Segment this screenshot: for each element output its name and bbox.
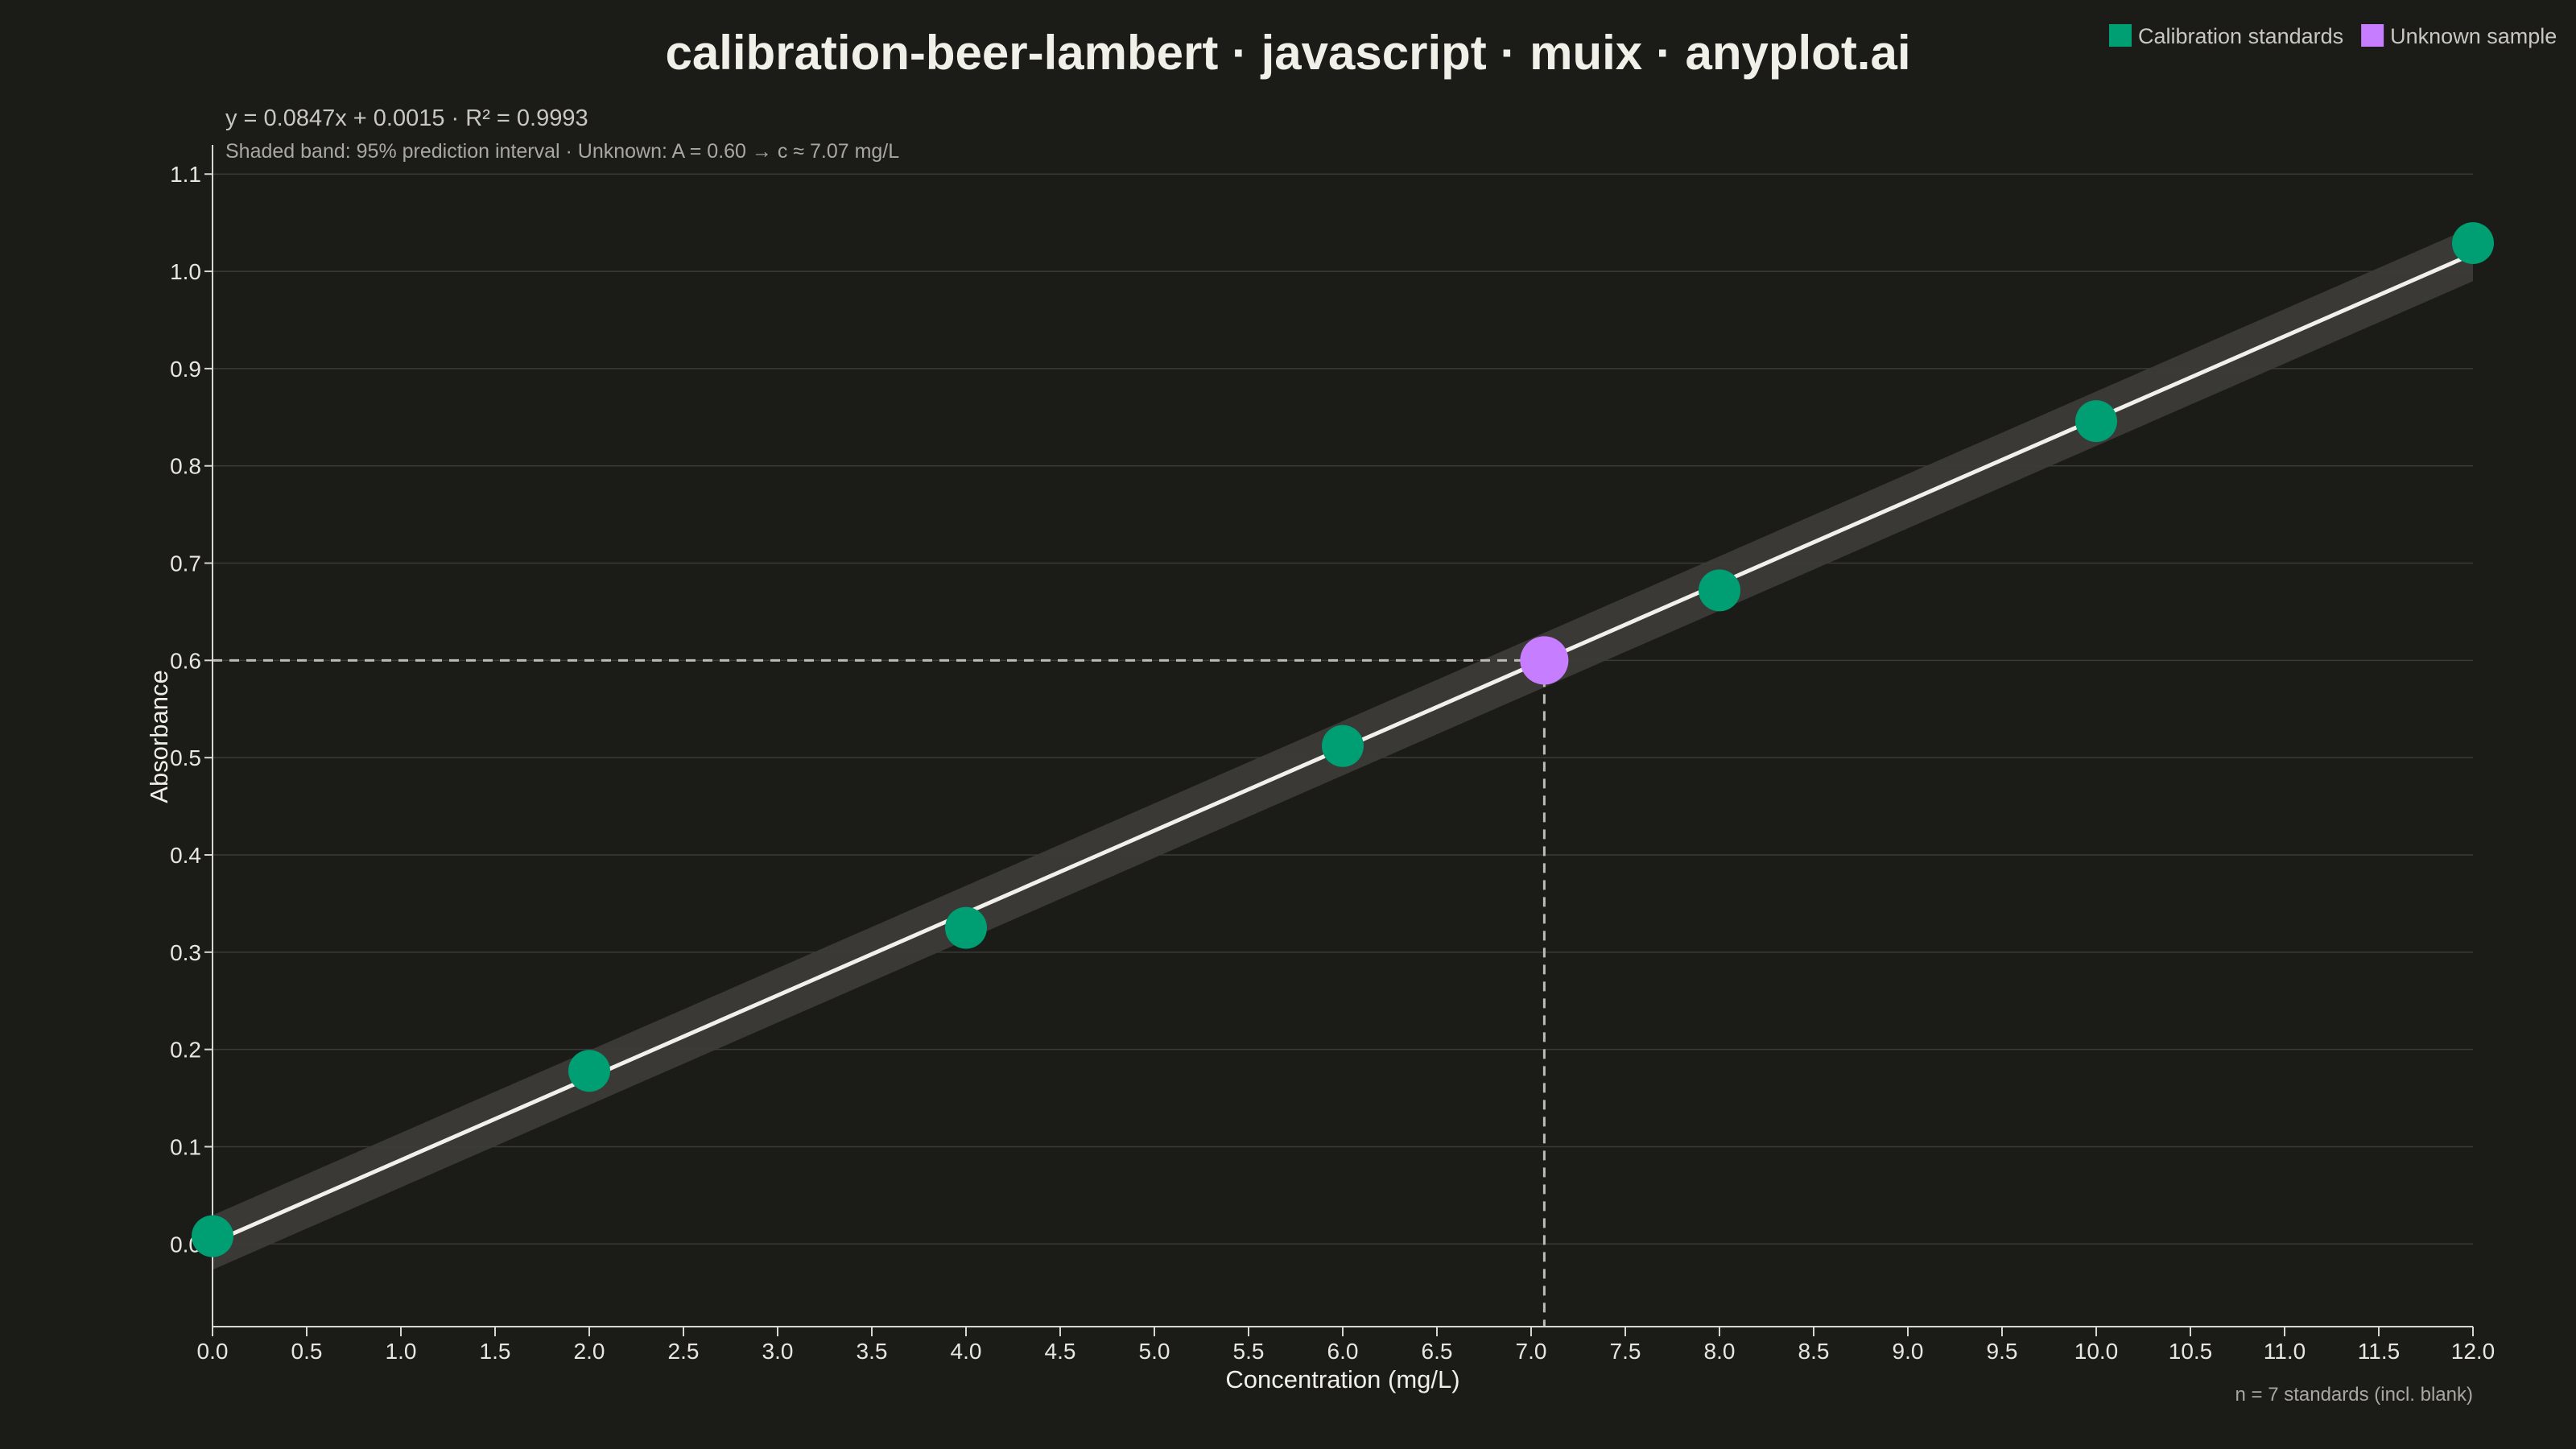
x-tick-label: 7.0 [1516,1339,1547,1364]
x-tick-label: 2.0 [574,1339,605,1364]
y-tick-label: 0.1 [170,1134,201,1159]
y-axis-label: Absorbance [145,670,173,803]
fit-equation: y = 0.0847x + 0.0015 · R² = 0.9993 [225,105,588,131]
x-tick-label: 7.5 [1610,1339,1641,1364]
y-tick-label: 0.4 [170,843,201,868]
y-tick-label: 0.8 [170,454,201,479]
y-tick-label: 1.1 [170,162,201,187]
x-tick-label: 12.0 [2451,1339,2496,1364]
x-tick-label: 0.0 [197,1339,229,1364]
calibration-standard-point [192,1215,233,1257]
x-tick-label: 4.0 [951,1339,982,1364]
legend: Calibration standards Unknown sample [2109,24,2557,48]
chart-subtitle: Shaded band: 95% prediction interval · U… [225,140,899,163]
x-tick-label: 1.0 [386,1339,417,1364]
x-tick-label: 0.5 [291,1339,323,1364]
calibration-standard-point [945,906,987,949]
x-tick-label: 6.5 [1422,1339,1453,1364]
x-tick-label: 9.5 [1987,1339,2018,1364]
x-tick-label: 10.0 [2074,1339,2119,1364]
x-tick-label: 8.0 [1704,1339,1736,1364]
y-tick-label: 0.9 [170,357,201,382]
legend-label-0: Calibration standards [2138,24,2343,48]
y-tick-label: 0.3 [170,940,201,965]
calibration-standard-point [1699,569,1740,612]
y-tick-label: 0.7 [170,551,201,576]
y-tick-label: 0.5 [170,745,201,770]
x-tick-label: 11.5 [2358,1339,2400,1364]
x-tick-label: 6.0 [1327,1339,1359,1364]
legend-swatch-0 [2109,24,2132,47]
y-tick-label: 1.0 [170,259,201,284]
calibration-standard-point [568,1050,610,1092]
x-tick-label: 3.0 [762,1339,794,1364]
x-tick-label: 8.5 [1798,1339,1830,1364]
calibration-standard-point [1322,724,1364,767]
calibration-chart: calibration-beer-lambert · javascript · … [0,0,2576,1449]
y-tick-label: 0.6 [170,648,201,673]
unknown-sample-point [1520,636,1569,685]
x-tick-label: 11.0 [2264,1339,2306,1364]
x-tick-label: 4.5 [1045,1339,1076,1364]
x-tick-label: 10.5 [2169,1339,2213,1364]
chart-title: calibration-beer-lambert · javascript · … [665,26,1910,80]
sample-count-note: n = 7 standards (incl. blank) [2235,1384,2474,1406]
x-tick-label: 3.5 [857,1339,888,1364]
legend-label-1: Unknown sample [2390,24,2557,48]
y-tick-label: 0.2 [170,1038,201,1063]
x-tick-label: 2.5 [668,1339,700,1364]
x-tick-label: 5.5 [1233,1339,1265,1364]
x-axis-label: Concentration (mg/L) [1225,1365,1459,1393]
x-tick-label: 5.0 [1139,1339,1170,1364]
legend-swatch-1 [2361,24,2384,47]
x-tick-label: 1.5 [480,1339,511,1364]
x-tick-label: 9.0 [1893,1339,1924,1364]
chart-background [0,0,2576,1449]
calibration-standard-point [2075,400,2117,443]
calibration-standard-point [2452,222,2494,265]
